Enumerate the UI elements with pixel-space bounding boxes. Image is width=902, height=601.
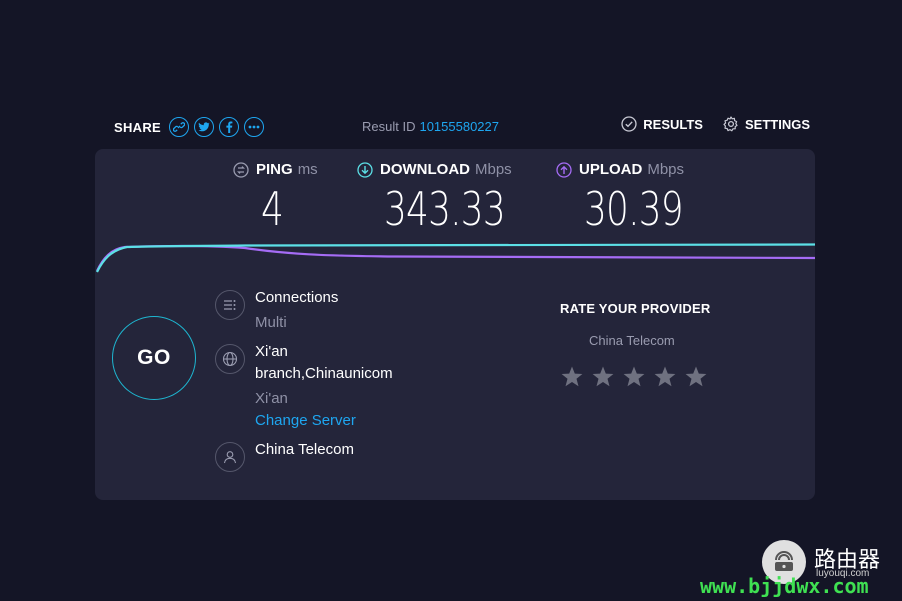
isp-name: China Telecom (255, 441, 354, 458)
star-3[interactable] (622, 365, 646, 389)
connections-title: Connections (255, 289, 339, 306)
rating-stars (560, 365, 715, 389)
settings-label: SETTINGS (744, 116, 810, 132)
rate-provider-name: China Telecom (589, 333, 675, 348)
result-id-link[interactable]: 10155580227 (419, 119, 499, 134)
server-name: Xi'an (255, 343, 288, 360)
result-id: Result ID 10155580227 (362, 119, 499, 134)
more-icon[interactable] (244, 117, 265, 137)
upload-graph-line (96, 244, 815, 272)
isp-info: China Telecom (255, 439, 354, 461)
gear-icon (723, 116, 738, 132)
watermark-url: www.bjjdwx.com (700, 574, 869, 598)
top-bar: SHARE Result ID 10155580227 RESULTS SETTI… (114, 114, 810, 140)
result-id-label: Result ID (362, 119, 416, 134)
facebook-icon[interactable] (219, 117, 240, 137)
top-nav: RESULTS SETTINGS (601, 116, 810, 132)
results-button[interactable]: RESULTS (621, 116, 703, 132)
speed-graph (96, 243, 815, 273)
star-4[interactable] (653, 365, 677, 389)
server-location: Xi'an (255, 390, 288, 407)
go-button[interactable]: GO (112, 316, 196, 400)
results-label: RESULTS (643, 116, 703, 132)
star-1[interactable] (560, 365, 584, 389)
server-info: Xi'an branch,Chinaunicom Xi'an Change Se… (255, 341, 393, 432)
ping-label: PING (256, 161, 293, 178)
download-icon (357, 161, 373, 178)
server-sponsor: branch,Chinaunicom (255, 365, 393, 382)
results-card: PING ms 4 DOWNLOAD Mbps 343.33 UPLOAD Mb… (95, 149, 815, 500)
share-label: SHARE (114, 119, 162, 135)
connections-mode[interactable]: Multi (255, 312, 338, 334)
ping-unit: ms (297, 161, 318, 178)
connections-icon (215, 290, 245, 320)
upload-label: UPLOAD (579, 161, 643, 178)
ping-icon (233, 161, 249, 178)
upload-unit: Mbps (647, 161, 685, 178)
connections-info: Connections Multi (255, 287, 338, 334)
upload-value: 30.39 (584, 182, 684, 236)
twitter-icon[interactable] (194, 117, 215, 137)
download-unit: Mbps (475, 161, 512, 178)
star-2[interactable] (591, 365, 615, 389)
star-5[interactable] (684, 365, 708, 389)
ping-value: 4 (261, 182, 284, 236)
download-label: DOWNLOAD (380, 161, 470, 178)
globe-icon (215, 344, 245, 374)
user-icon (215, 442, 245, 472)
download-value: 343.33 (384, 182, 506, 236)
ping-metric: PING ms 4 (233, 161, 318, 236)
upload-icon (556, 161, 572, 178)
watermark: 路由器 luyouqi.com www.bjjdwx.com (700, 538, 902, 601)
share-group: SHARE (114, 114, 269, 140)
upload-metric: UPLOAD Mbps 30.39 (556, 161, 711, 236)
rate-provider-title: RATE YOUR PROVIDER (560, 301, 711, 316)
link-icon[interactable] (169, 117, 190, 137)
settings-button[interactable]: SETTINGS (723, 116, 810, 132)
check-circle-icon (621, 116, 637, 132)
change-server-link[interactable]: Change Server (255, 410, 393, 432)
download-metric: DOWNLOAD Mbps 343.33 (357, 161, 539, 236)
